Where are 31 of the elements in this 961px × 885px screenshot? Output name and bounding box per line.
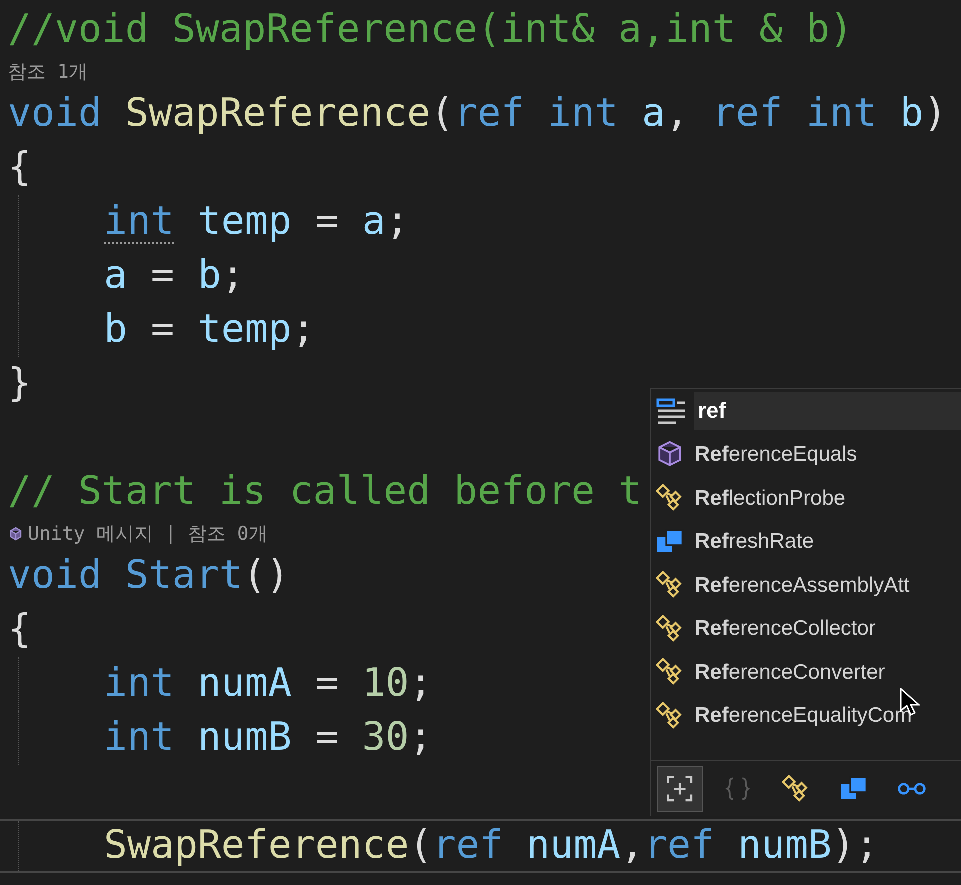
completion-item[interactable]: ReferenceConverter	[651, 650, 961, 694]
completion-item[interactable]: ReferenceEquals	[651, 433, 961, 476]
reference-count[interactable]: Unity 메시지 | 참조 0개	[28, 520, 268, 548]
completion-item[interactable]: ReflectionProbe	[651, 476, 961, 520]
code-line: {	[7, 606, 32, 654]
completion-item[interactable]: ReferenceAssemblyAtt	[651, 564, 961, 607]
code-line: b = temp;	[103, 306, 316, 354]
code-line: void Start()	[7, 552, 290, 600]
code-line: {	[7, 144, 32, 192]
code-line: int numA = 10;	[103, 660, 433, 708]
code-line: // Start is called before t	[7, 468, 642, 516]
completion-item[interactable]: ReferenceEqualityCom	[651, 694, 961, 738]
completion-item[interactable]: ReferenceCollector	[651, 607, 961, 650]
filter-text: ref	[694, 392, 961, 430]
reference-count[interactable]: 참조 1개	[8, 58, 88, 86]
filter-button[interactable]	[657, 766, 703, 812]
completion-item[interactable]: RefreshRate	[651, 520, 961, 564]
class-icon	[655, 614, 685, 644]
class-icon	[655, 657, 685, 688]
code-line: a = b;	[103, 252, 245, 300]
class-icon	[781, 774, 811, 804]
code-line: SwapReference(ref numA,ref numB);	[103, 822, 879, 870]
code-line: int temp = a;	[103, 198, 410, 246]
code-line: }	[7, 360, 32, 408]
class-icon	[655, 700, 685, 731]
expand-icon	[665, 774, 695, 804]
code-line: int numB = 30;	[103, 714, 433, 762]
class-icon	[655, 570, 685, 600]
class-icon	[655, 483, 685, 514]
code-line: //void SwapReference(int& a,int & b)	[7, 6, 854, 54]
code-line: void SwapReference(ref int a, ref int b)	[7, 90, 948, 138]
